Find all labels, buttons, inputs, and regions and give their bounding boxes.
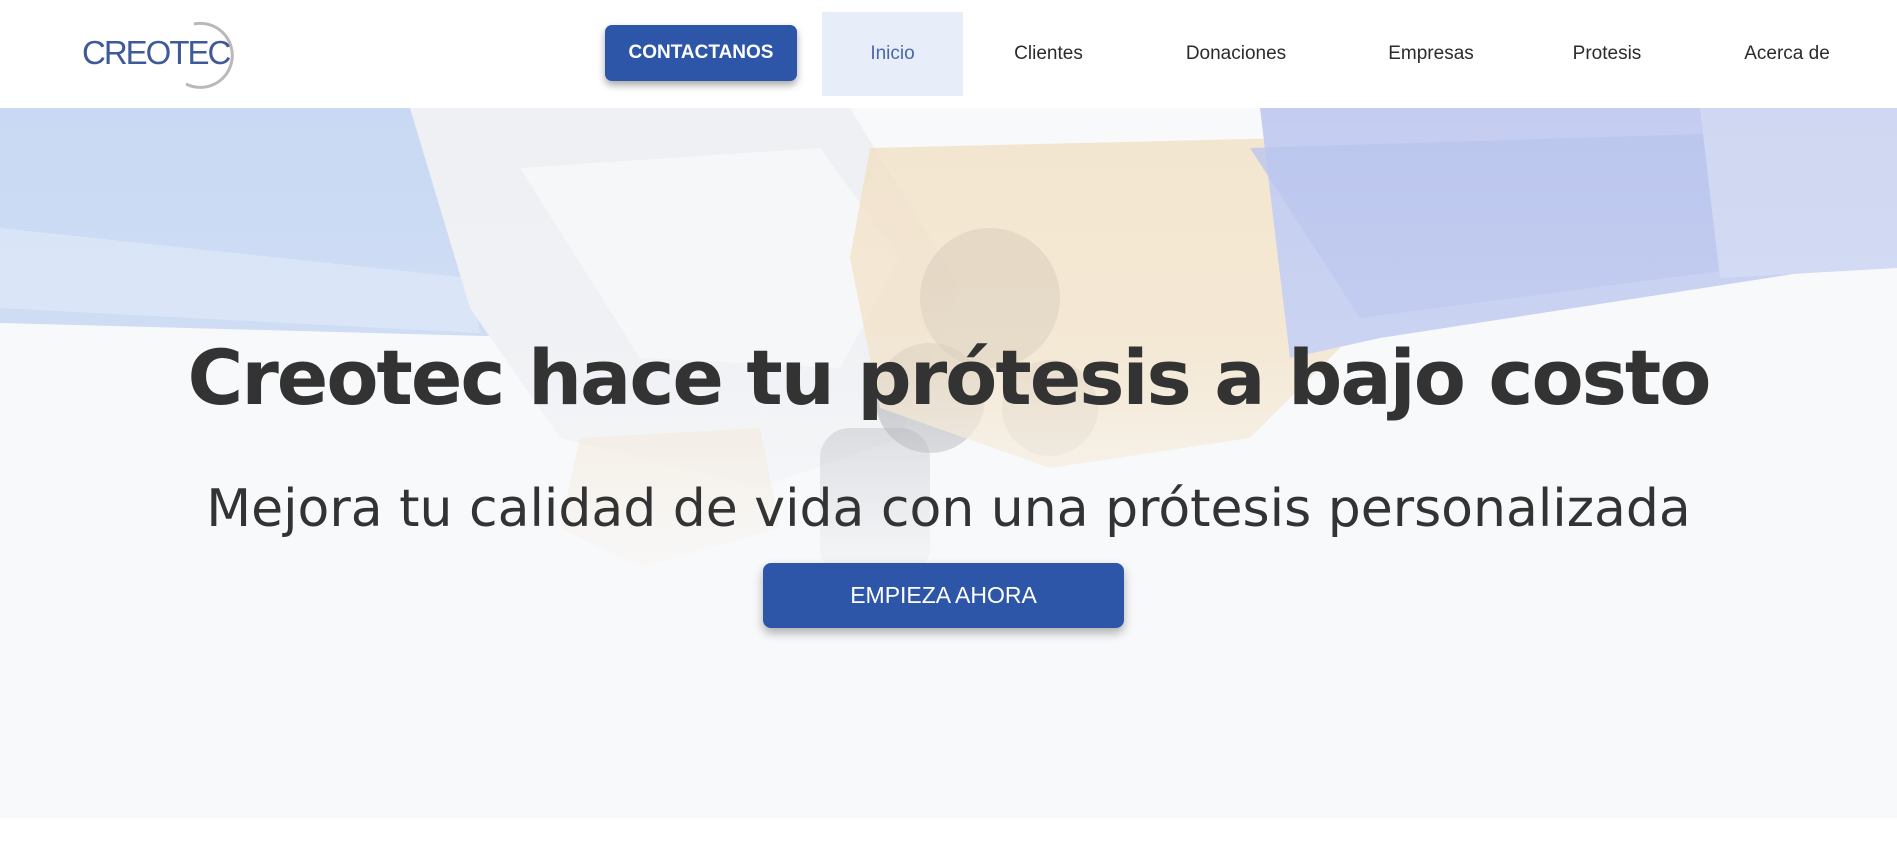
hero-title: Creotec hace tu prótesis a bajo costo — [187, 333, 1712, 422]
hero-section: Creotec hace tu prótesis a bajo costo Me… — [0, 108, 1897, 818]
site-header: CREOTEC CONTACTANOS Inicio Clientes Dona… — [0, 0, 1897, 108]
nav-item-clientes[interactable]: Clientes — [985, 12, 1112, 96]
nav-item-donaciones[interactable]: Donaciones — [1160, 12, 1312, 96]
hero-subtitle: Mejora tu calidad de vida con una prótes… — [206, 479, 1691, 539]
contact-button[interactable]: CONTACTANOS — [605, 25, 797, 81]
creotec-logo[interactable]: CREOTEC — [82, 16, 234, 90]
nav-item-inicio[interactable]: Inicio — [822, 12, 963, 96]
nav-item-empresas[interactable]: Empresas — [1367, 12, 1495, 96]
logo-text: CREOTEC — [82, 34, 231, 71]
nav-item-protesis[interactable]: Protesis — [1552, 12, 1662, 96]
handshake-image — [0, 108, 1897, 818]
nav-item-acerca-de[interactable]: Acerca de — [1722, 12, 1852, 96]
start-now-button[interactable]: EMPIEZA AHORA — [763, 563, 1124, 628]
